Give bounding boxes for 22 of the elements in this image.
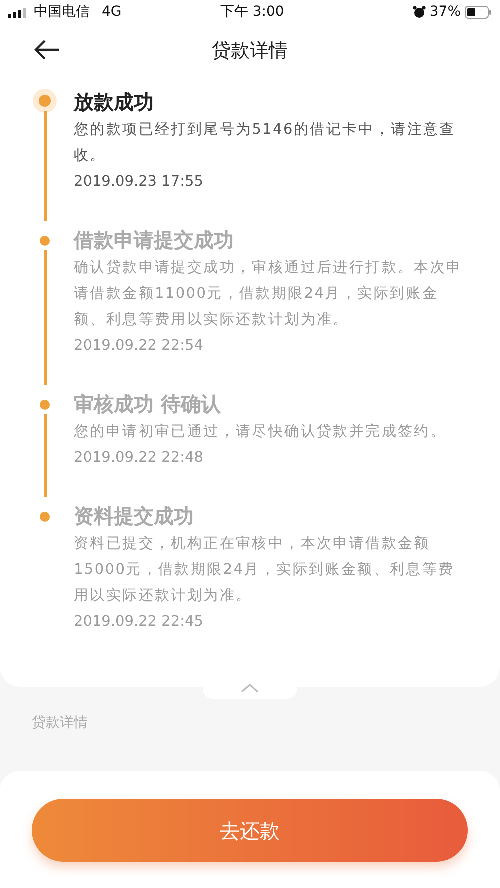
network-type: 4G xyxy=(102,3,122,22)
battery-icon xyxy=(465,6,492,19)
status-time: 下午 3:00 xyxy=(220,3,284,22)
event-description: 您的款项已经打到尾号为5146的借记卡中，请注意查收。 xyxy=(74,121,457,166)
battery-percent: 37% xyxy=(430,3,461,22)
event-time: 2019.09.22 22:54 xyxy=(74,338,204,354)
event-time: 2019.09.22 22:45 xyxy=(74,614,204,630)
event-description: 确认贷款申请提交成功，审核通过后进行打款。本次申请借款金额11000元，借款期限24月，实际到账金额、利息等费用以实际还款计划为准。 xyxy=(74,258,464,330)
event-description: 资料已提交，机构正在审核中，本次申请借款金额15000元，借款期限24月，实际到账金额、利息等费用以实际还款计划为准。 xyxy=(74,534,456,606)
event-title: 资料提交成功 xyxy=(74,503,195,530)
event-title: 审核成功 待确认 xyxy=(74,391,222,418)
event-time: 2019.09.22 22:48 xyxy=(74,450,204,466)
carrier-name: 中国电信 xyxy=(34,3,90,22)
event-title: 放款成功 xyxy=(74,89,155,116)
alarm-icon xyxy=(412,6,426,19)
back-arrow-icon[interactable] xyxy=(34,39,60,61)
page-title: 贷款详情 xyxy=(212,38,288,64)
event-description: 您的申请初审已通过，请尽快确认贷款并完成签约。 xyxy=(74,422,448,442)
event-title: 借款申请提交成功 xyxy=(74,227,235,254)
event-time: 2019.09.23 17:55 xyxy=(74,174,204,190)
section-label: 贷款详情 xyxy=(32,715,88,731)
repay-button[interactable]: 去还款 xyxy=(32,799,468,862)
